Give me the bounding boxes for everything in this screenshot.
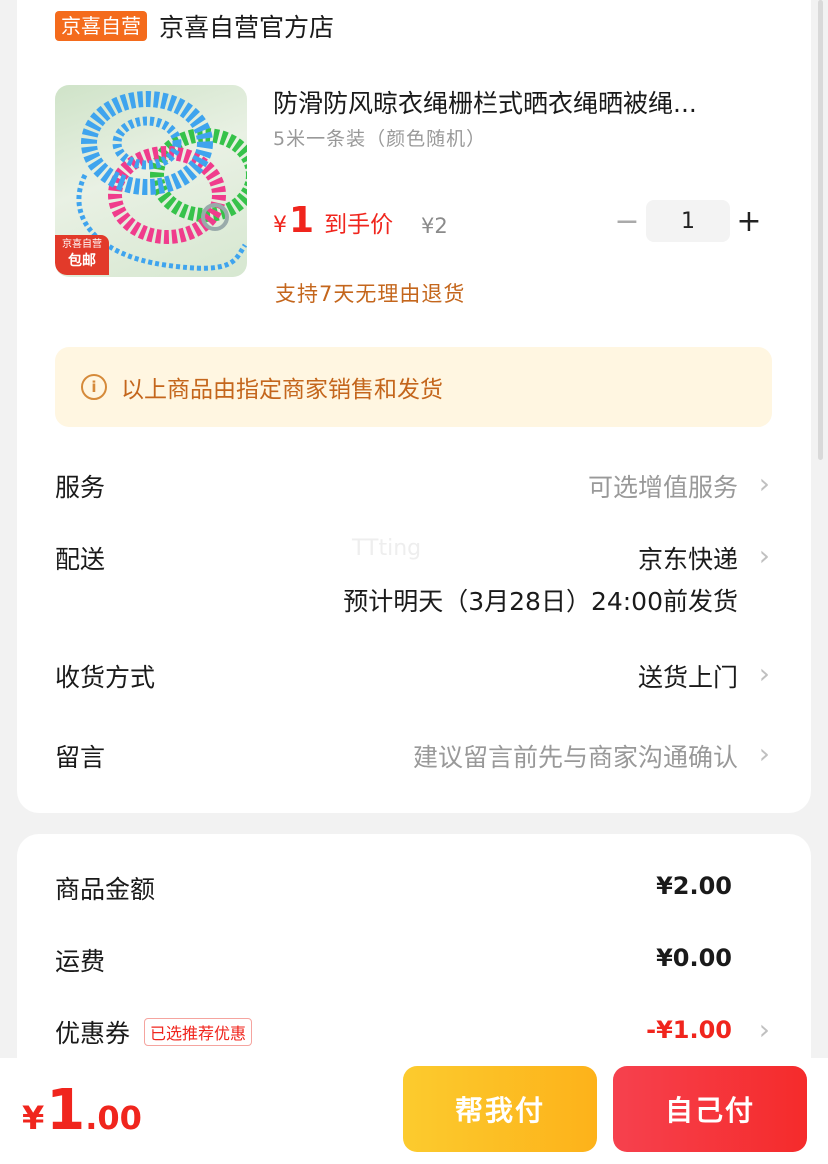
chevron-right-icon: › — [758, 737, 770, 770]
shop-header[interactable]: 京喜自营 京喜自营官方店 — [55, 8, 334, 44]
price-currency: ¥ — [273, 213, 287, 238]
badge-free-shipping-text: 包邮 — [68, 253, 96, 269]
scrollbar[interactable] — [818, 0, 823, 460]
product-image[interactable]: 京喜自营 包邮 — [55, 85, 247, 277]
product-spec[interactable]: 5米一条装（颜色随机） — [273, 124, 486, 151]
minus-icon[interactable]: − — [612, 201, 642, 241]
delivery-row[interactable]: 配送 京东快递 › 预计明天（3月28日）24:00前发货 — [55, 540, 772, 620]
quantity-input[interactable]: 1 — [646, 200, 730, 242]
goods-amount-value: ¥2.00 — [656, 872, 732, 900]
coupon-label: 优惠券 已选推荐优惠 — [55, 1014, 253, 1050]
product-price: ¥ 1 到手价 — [273, 200, 393, 241]
total-decimal: .00 — [85, 1099, 142, 1137]
help-pay-button[interactable]: 帮我付 — [403, 1066, 597, 1152]
notice-text: 以上商品由指定商家销售和发货 — [121, 377, 443, 403]
service-row[interactable]: 服务 可选增值服务 › — [55, 468, 772, 504]
coupon-tag: 已选推荐优惠 — [144, 1018, 253, 1046]
chevron-right-icon: › — [758, 467, 770, 500]
price-label: 到手价 — [324, 212, 394, 238]
total-integer: 1 — [46, 1078, 86, 1143]
coupon-value: -¥1.00 — [646, 1016, 732, 1044]
delivery-label: 配送 — [55, 545, 106, 574]
delivery-estimate: 预计明天（3月28日）24:00前发货 — [343, 587, 738, 616]
total-price: ¥ 1 .00 — [22, 1078, 142, 1143]
delivery-value: 京东快递 — [637, 545, 738, 574]
total-currency: ¥ — [22, 1099, 45, 1137]
original-price: ¥2 — [421, 214, 448, 238]
service-value: 可选增值服务 — [587, 473, 738, 502]
goods-amount-label: 商品金额 — [55, 875, 156, 904]
receive-value: 送货上门 — [637, 663, 738, 692]
shop-name[interactable]: 京喜自营官方店 — [159, 8, 334, 44]
shipping-fee-value: ¥0.00 — [656, 944, 732, 972]
price-value: 1 — [289, 200, 315, 241]
service-label: 服务 — [55, 473, 106, 502]
shop-badge: 京喜自营 — [55, 11, 147, 41]
chevron-right-icon: › — [758, 1013, 770, 1046]
free-shipping-badge: 京喜自营 包邮 — [55, 235, 109, 275]
checkout-bar: ¥ 1 .00 帮我付 自己付 — [0, 1058, 828, 1164]
badge-shop-text: 京喜自营 — [62, 239, 102, 250]
info-icon: i — [81, 374, 107, 400]
chevron-right-icon: › — [758, 657, 770, 690]
product-title[interactable]: 防滑防风晾衣绳栅栏式晒衣绳晒被绳... — [273, 84, 763, 120]
message-label: 留言 — [55, 743, 106, 772]
return-policy: 支持7天无理由退货 — [275, 282, 466, 306]
plus-icon[interactable]: + — [734, 201, 764, 241]
chevron-right-icon: › — [758, 539, 770, 572]
message-placeholder[interactable]: 建议留言前先与商家沟通确认 — [413, 738, 738, 774]
receive-label: 收货方式 — [55, 663, 156, 692]
quantity-stepper[interactable]: − 1 + — [612, 200, 764, 242]
shipping-fee-label: 运费 — [55, 947, 106, 976]
coupon-label-text: 优惠券 — [55, 1019, 131, 1048]
seller-notice: i 以上商品由指定商家销售和发货 — [55, 347, 772, 427]
message-row[interactable]: 留言 建议留言前先与商家沟通确认 › — [55, 738, 772, 774]
self-pay-button[interactable]: 自己付 — [613, 1066, 807, 1152]
receive-method-row[interactable]: 收货方式 送货上门 › — [55, 658, 772, 694]
